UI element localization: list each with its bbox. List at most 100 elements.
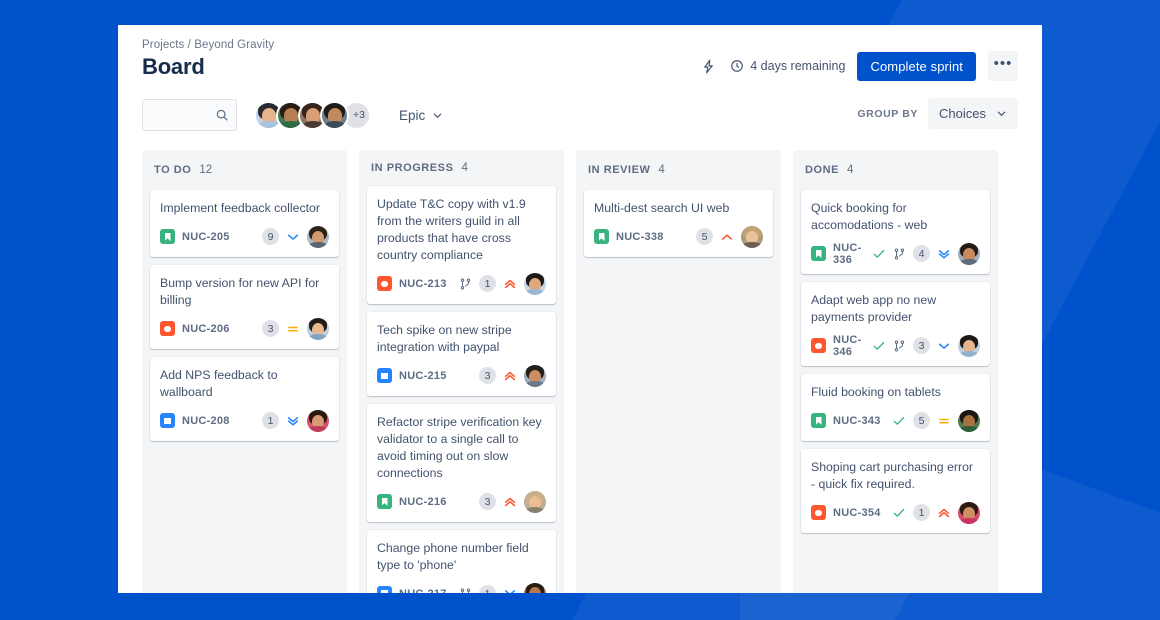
issue-type-story-icon — [594, 229, 609, 245]
search-icon — [215, 108, 229, 122]
card-title: Add NPS feedback to wallboard — [160, 367, 278, 399]
priority-medium-high-icon — [720, 230, 734, 244]
board-card[interactable]: Add NPS feedback to wallboard NUC-208 1 — [150, 356, 339, 441]
lightning-bolt-icon[interactable] — [698, 56, 718, 76]
search-box[interactable] — [142, 99, 237, 131]
card-assignee-avatar[interactable] — [524, 364, 546, 387]
card-footer: NUC-338 5 — [594, 225, 763, 248]
issue-key[interactable]: NUC-206 — [182, 323, 230, 335]
issue-key[interactable]: NUC-215 — [399, 370, 447, 382]
chevron-down-icon — [432, 110, 443, 121]
priority-high-icon — [503, 277, 517, 291]
issue-type-bug-icon — [377, 276, 392, 292]
card-footer: NUC-217 1 — [377, 582, 546, 593]
board-card[interactable]: Change phone number field type to 'phone… — [367, 529, 556, 593]
card-assignee-avatar[interactable] — [524, 582, 546, 593]
board-card[interactable]: Implement feedback collector NUC-205 9 — [150, 190, 339, 257]
board-card[interactable]: Bump version for new API for billing NUC-… — [150, 264, 339, 349]
priority-medium-icon — [937, 414, 951, 428]
group-by-dropdown[interactable]: Choices — [928, 98, 1018, 129]
days-remaining-label: 4 days remaining — [750, 59, 846, 73]
board-card[interactable]: Multi-dest search UI web NUC-338 5 — [584, 190, 773, 257]
issue-key[interactable]: NUC-216 — [399, 496, 447, 508]
column-header: DONE 4 — [801, 160, 990, 178]
board-card[interactable]: Tech spike on new stripe integration wit… — [367, 311, 556, 396]
column-title: IN PROGRESS — [371, 162, 454, 174]
card-assignee-avatar[interactable] — [524, 272, 546, 295]
issue-key[interactable]: NUC-336 — [833, 242, 872, 266]
board-column: IN REVIEW 4 Multi-dest search UI web NUC-33… — [576, 150, 781, 593]
board-card[interactable]: Adapt web app no new payments provider NU… — [801, 281, 990, 366]
board-column: IN PROGRESS 4 Update T&C copy with v1.9 fr… — [359, 150, 564, 593]
group-by-control: GROUP BY Choices — [857, 98, 1018, 129]
board-card[interactable]: Quick booking for accomodations - web NUC… — [801, 190, 990, 274]
column-title: TO DO — [154, 164, 192, 176]
complete-sprint-button[interactable]: Complete sprint — [857, 51, 976, 81]
column-title: IN REVIEW — [588, 164, 651, 176]
board-card[interactable]: Update T&C copy with v1.9 from the write… — [367, 186, 556, 304]
board-toolbar: +3 Epic GROUP BY Choices — [142, 98, 1018, 132]
issue-key[interactable]: NUC-208 — [182, 415, 230, 427]
card-count-badge: 5 — [696, 228, 713, 246]
issue-type-story-icon — [160, 229, 175, 245]
board-card[interactable]: Refactor stripe verification key validat… — [367, 403, 556, 522]
card-assignee-avatar[interactable] — [524, 490, 546, 513]
card-footer: NUC-208 1 — [160, 409, 329, 432]
issue-key[interactable]: NUC-205 — [182, 231, 230, 243]
priority-high-icon — [503, 369, 517, 383]
card-title: Update T&C copy with v1.9 from the write… — [377, 197, 526, 262]
card-count-badge: 3 — [479, 367, 496, 385]
done-check-icon — [872, 247, 886, 261]
board-column: TO DO 12 Implement feedback collector NUC-2… — [142, 150, 347, 593]
issue-key[interactable]: NUC-346 — [833, 334, 872, 358]
branch-icon — [893, 247, 906, 261]
card-assignee-avatar[interactable] — [958, 501, 980, 524]
card-count-badge: 1 — [479, 275, 496, 293]
column-count: 4 — [461, 162, 468, 174]
priority-lowest-icon — [503, 587, 517, 593]
issue-key[interactable]: NUC-338 — [616, 231, 664, 243]
more-actions-button[interactable]: ••• — [988, 51, 1018, 81]
card-count-badge: 3 — [262, 320, 279, 338]
priority-high-icon — [503, 495, 517, 509]
avatar[interactable] — [320, 100, 349, 130]
group-by-label: GROUP BY — [857, 107, 919, 120]
card-title: Tech spike on new stripe integration wit… — [377, 322, 512, 354]
card-title: Change phone number field type to 'phone… — [377, 540, 529, 572]
card-title: Quick booking for accomodations - web — [811, 201, 928, 232]
issue-type-story-icon — [811, 246, 826, 262]
card-assignee-avatar[interactable] — [958, 242, 980, 265]
card-assignee-avatar[interactable] — [958, 334, 980, 357]
card-count-badge: 3 — [479, 493, 496, 511]
card-footer: NUC-206 3 — [160, 317, 329, 340]
card-count-badge: 1 — [913, 504, 930, 522]
card-count-badge: 1 — [262, 412, 279, 430]
issue-key[interactable]: NUC-354 — [833, 507, 881, 519]
card-footer: NUC-336 4 — [811, 242, 980, 266]
chevron-down-icon — [996, 108, 1007, 119]
priority-medium-icon — [286, 322, 300, 336]
card-assignee-avatar[interactable] — [307, 317, 329, 340]
column-title: DONE — [805, 164, 839, 176]
breadcrumb[interactable]: Projects / Beyond Gravity — [142, 39, 1018, 51]
card-assignee-avatar[interactable] — [741, 225, 763, 248]
assignee-avatar-group: +3 — [254, 100, 371, 130]
issue-key[interactable]: NUC-343 — [833, 415, 881, 427]
epic-filter-dropdown[interactable]: Epic — [399, 108, 443, 123]
column-count: 4 — [658, 164, 665, 176]
priority-high-icon — [937, 506, 951, 520]
card-assignee-avatar[interactable] — [307, 409, 329, 432]
issue-type-task-icon — [377, 586, 392, 593]
issue-key[interactable]: NUC-213 — [399, 278, 447, 290]
board-card[interactable]: Shoping cart purchasing error - quick fi… — [801, 448, 990, 533]
card-assignee-avatar[interactable] — [958, 409, 980, 432]
card-assignee-avatar[interactable] — [307, 225, 329, 248]
card-count-badge: 1 — [479, 585, 496, 593]
issue-type-bug-icon — [811, 505, 826, 521]
card-footer: NUC-346 3 — [811, 334, 980, 358]
board-card[interactable]: Fluid booking on tablets NUC-343 5 — [801, 373, 990, 441]
issue-key[interactable]: NUC-217 — [399, 588, 447, 593]
card-title: Implement feedback collector — [160, 201, 320, 215]
priority-low-icon — [286, 230, 300, 244]
card-title: Adapt web app no new payments provider — [811, 292, 937, 324]
